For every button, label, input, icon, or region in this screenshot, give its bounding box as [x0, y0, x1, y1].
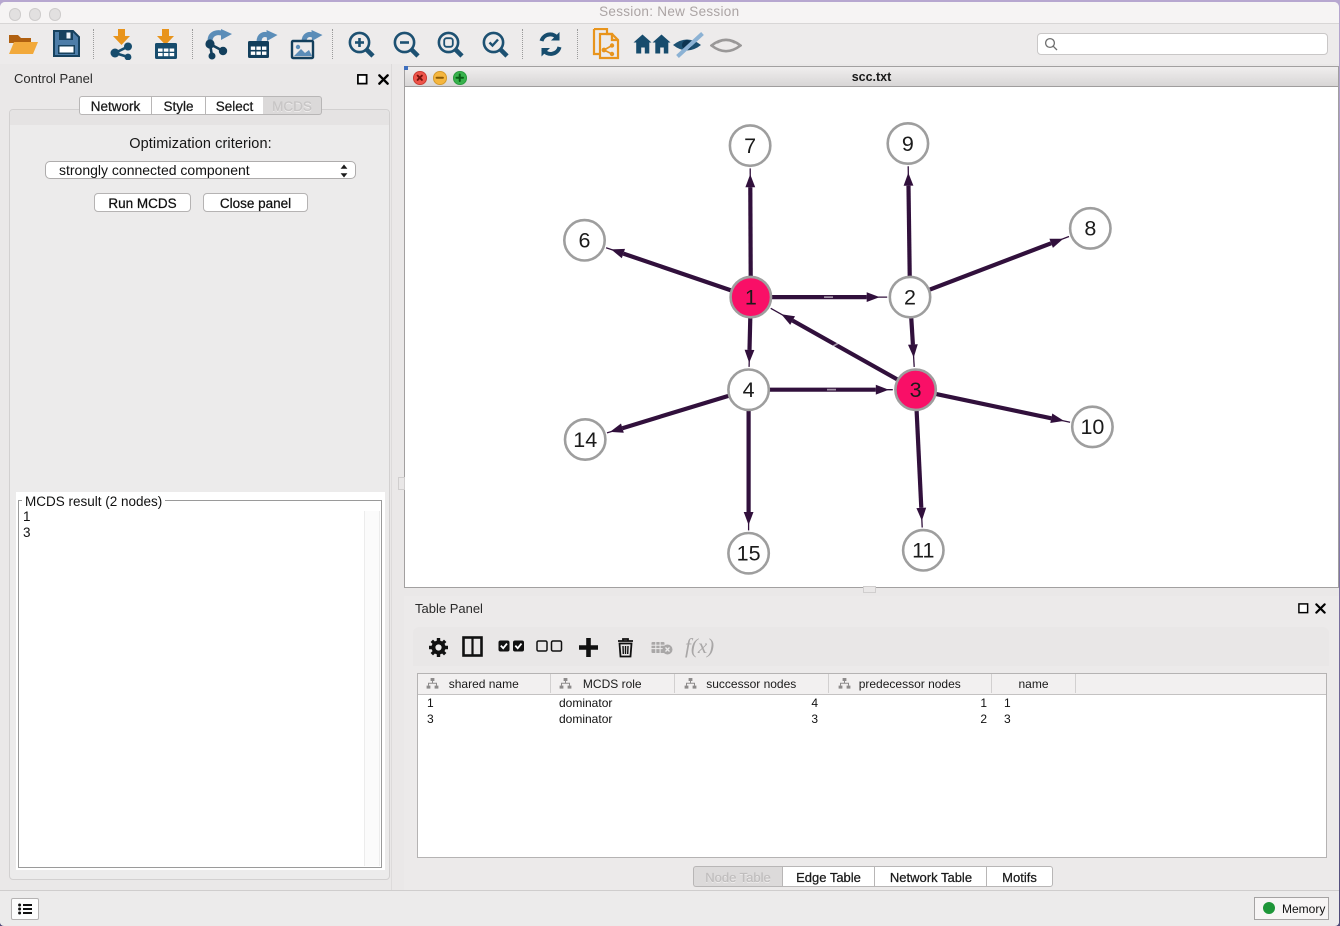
svg-text:4: 4	[743, 378, 755, 402]
svg-text:1: 1	[745, 285, 757, 309]
svg-text:11: 11	[912, 539, 934, 563]
svg-text:8: 8	[1084, 217, 1096, 241]
svg-text:6: 6	[579, 229, 591, 253]
svg-text:2: 2	[904, 285, 916, 309]
svg-text:14: 14	[573, 428, 597, 452]
svg-text:15: 15	[737, 542, 761, 566]
svg-text:7: 7	[744, 134, 756, 158]
svg-text:9: 9	[902, 132, 914, 156]
svg-text:3: 3	[910, 378, 922, 402]
svg-text:10: 10	[1080, 415, 1104, 439]
